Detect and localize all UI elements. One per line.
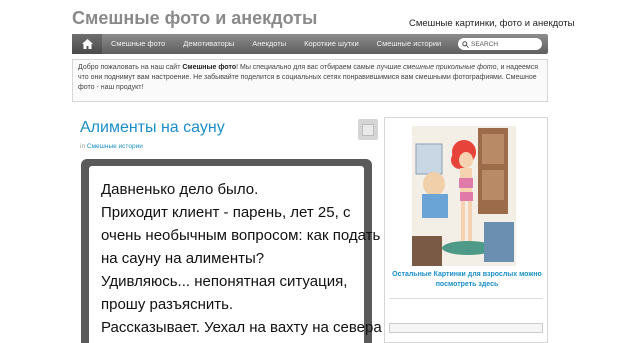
nav-item-funny-stories[interactable]: Смешные истории xyxy=(368,34,451,54)
welcome-italic: смешные прикольные фото xyxy=(403,64,497,71)
story-text-image: Давненько дело было. Приходит клиент - п… xyxy=(89,166,382,343)
site-title[interactable]: Смешные фото и анекдоты xyxy=(72,8,317,29)
sidebar-widget: Остальные Картинки для взрослых можно по… xyxy=(384,117,548,343)
story-line: Давненько дело было. xyxy=(101,181,259,198)
post-category-link[interactable]: Смешные истории xyxy=(87,143,143,150)
story-line: Рассказывает. Уехал на вахту на севера xyxy=(101,319,382,336)
main-nav: Смешные фото Демотиваторы Анекдоты Корот… xyxy=(72,34,548,54)
search-icon[interactable] xyxy=(462,40,469,48)
post-meta-prefix: in xyxy=(80,143,86,150)
sidebar-link[interactable]: Остальные Картинки для взрослых можно по… xyxy=(389,270,545,290)
story-line: прошу разъяснить. xyxy=(101,296,234,313)
story-frame: Давненько дело было. Приходит клиент - п… xyxy=(81,159,382,343)
home-icon xyxy=(81,39,93,49)
search-box[interactable] xyxy=(458,38,542,50)
welcome-text-2: ! Мы специально для вас отбираем самые л… xyxy=(236,64,404,71)
nav-item-demotivators[interactable]: Демотиваторы xyxy=(174,34,243,54)
welcome-box: Добро пожаловать на наш сайт Смешные фот… xyxy=(72,59,548,102)
sidebar-scrollbar[interactable] xyxy=(389,323,543,333)
welcome-text-1: Добро пожаловать на наш сайт xyxy=(78,64,183,71)
story-line: на сауну на алименты? xyxy=(101,250,265,267)
nav-item-short-jokes[interactable]: Короткие шутки xyxy=(295,34,368,54)
story-line: Приходит клиент - парень, лет 25, с xyxy=(101,204,351,221)
comments-badge[interactable] xyxy=(358,119,378,140)
nav-item-funny-photos[interactable]: Смешные фото xyxy=(102,34,174,54)
comment-icon xyxy=(362,123,374,136)
post: Алименты на сауну in Смешные истории Дав… xyxy=(72,115,382,343)
story-line: Удивляюсь... непонятная ситуация, xyxy=(101,273,348,290)
search-input[interactable] xyxy=(469,40,537,48)
story-line: очень необычным вопросом: как подать xyxy=(101,227,381,244)
welcome-bold: Смешные фото xyxy=(182,64,237,71)
post-title[interactable]: Алименты на сауну xyxy=(80,119,225,137)
nav-home-button[interactable] xyxy=(72,34,102,54)
divider xyxy=(389,298,543,299)
site-tagline: Смешные картинки, фото и анекдоты xyxy=(409,18,575,29)
nav-item-jokes[interactable]: Анекдоты xyxy=(243,34,295,54)
post-meta: in Смешные истории xyxy=(80,143,143,150)
cartoon-image[interactable] xyxy=(412,126,516,266)
